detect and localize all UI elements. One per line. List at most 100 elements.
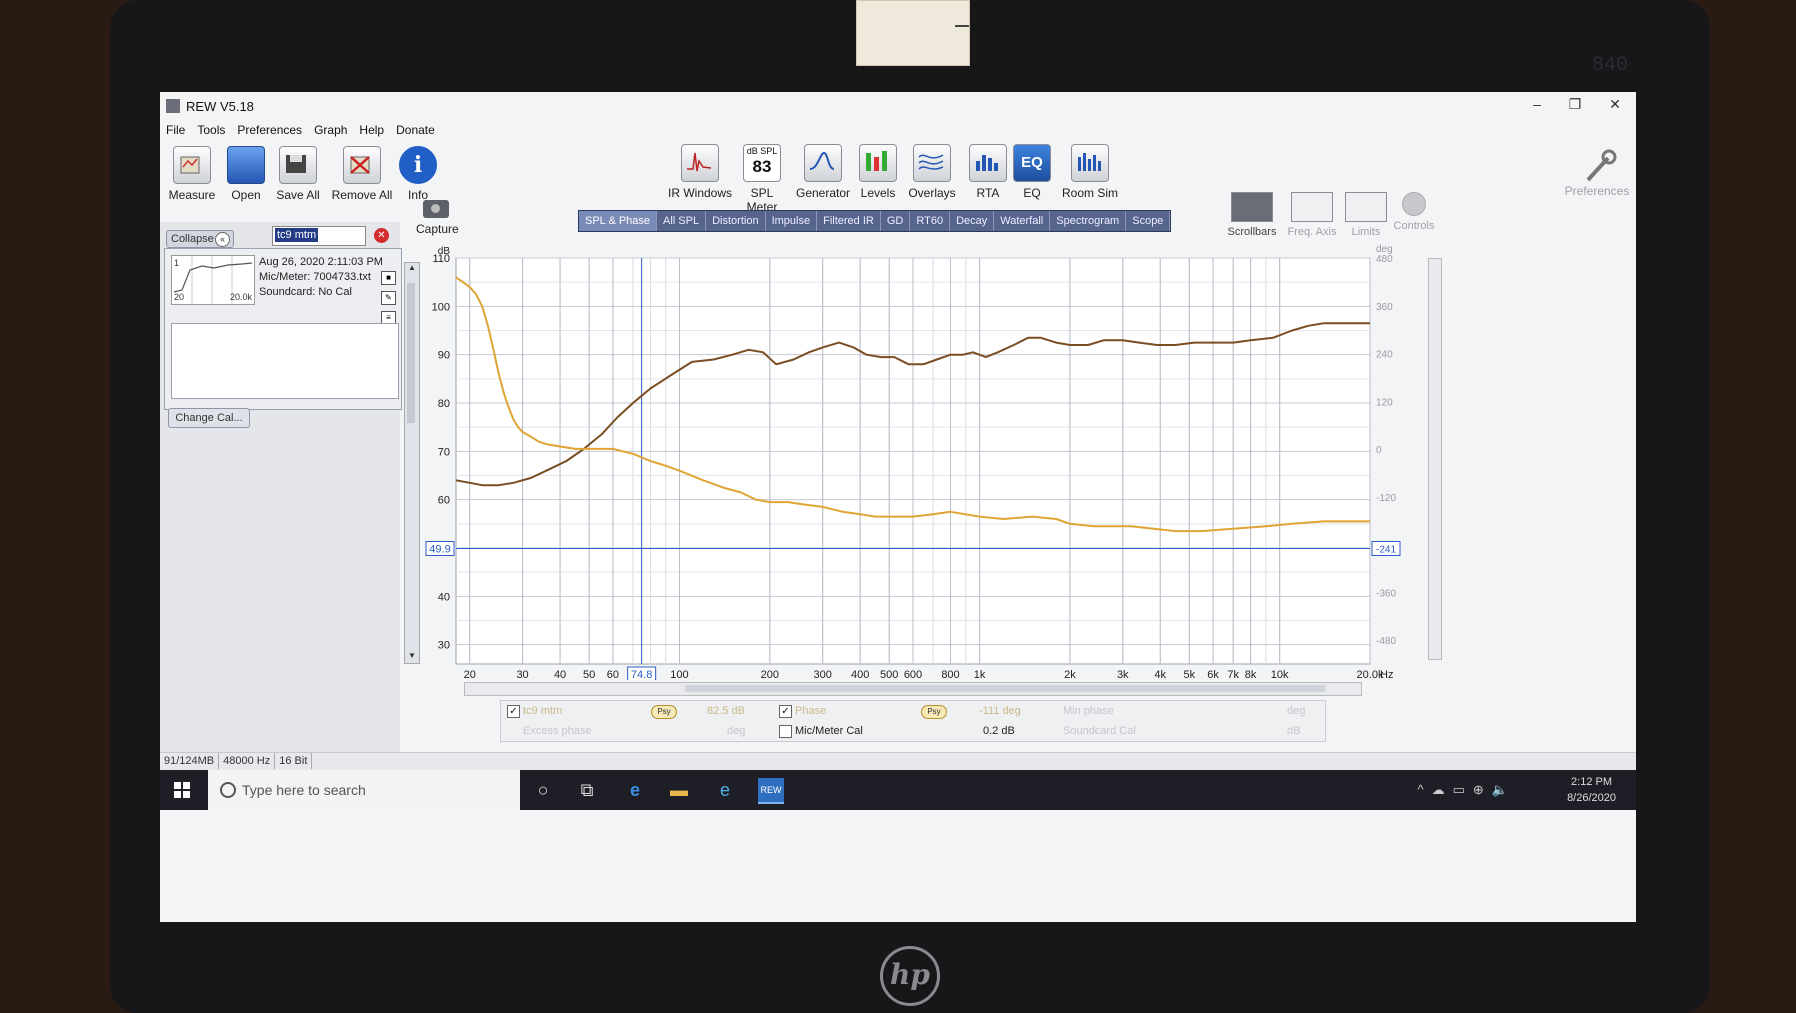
window-title: REW V5.18 bbox=[186, 99, 254, 114]
overlays-icon bbox=[913, 144, 951, 182]
spl-value: 82.5 dB bbox=[707, 705, 745, 717]
preferences-button[interactable]: Preferences bbox=[1564, 144, 1630, 198]
y-tick-label: 100 bbox=[432, 301, 450, 313]
x-tick-label: 50 bbox=[583, 669, 595, 680]
save-all-icon bbox=[279, 146, 317, 184]
tab-spectrogram[interactable]: Spectrogram bbox=[1050, 211, 1127, 231]
internet-explorer-icon[interactable]: e bbox=[712, 778, 738, 802]
measure-button[interactable]: Measure bbox=[166, 146, 218, 202]
menu-graph[interactable]: Graph bbox=[308, 120, 353, 140]
excess-phase-unit: deg bbox=[727, 725, 746, 737]
rew-taskbar-icon[interactable]: REW bbox=[758, 778, 784, 804]
tab-distortion[interactable]: Distortion bbox=[706, 211, 766, 231]
phase-checkbox[interactable]: ✓ bbox=[779, 705, 792, 718]
hp-logo: hp bbox=[880, 946, 940, 1006]
cursor-x-readout: 74.8 bbox=[631, 669, 652, 680]
windows-taskbar: Type here to search ○ ⧉ e ▬ e REW ^☁▭⊕🔈 … bbox=[160, 770, 1636, 810]
phase-label: Phase bbox=[795, 705, 827, 717]
spl-checkbox[interactable]: ✓ bbox=[507, 705, 520, 718]
graph-horizontal-scrollbar[interactable] bbox=[464, 682, 1362, 696]
hscroll-thumb[interactable] bbox=[685, 685, 1325, 692]
freq-axis-button[interactable]: Freq. Axis bbox=[1284, 192, 1340, 238]
psy-phase-button[interactable]: Psy bbox=[921, 705, 947, 719]
tab-scope[interactable]: Scope bbox=[1126, 211, 1171, 231]
cortana-icon[interactable]: ○ bbox=[530, 778, 556, 802]
change-cal-button[interactable]: Change Cal... bbox=[168, 408, 250, 428]
system-tray-icons[interactable]: ^☁▭⊕🔈 bbox=[1418, 782, 1516, 798]
tab-spl-phase[interactable]: SPL & Phase bbox=[579, 211, 658, 231]
save-all-button[interactable]: Save All bbox=[270, 146, 326, 202]
scroll-down-icon[interactable]: ▼ bbox=[405, 651, 419, 663]
edge-browser-icon[interactable]: e bbox=[622, 778, 648, 802]
info-button[interactable]: i Info bbox=[398, 146, 438, 202]
close-button[interactable]: ✕ bbox=[1600, 96, 1630, 113]
menu-tools[interactable]: Tools bbox=[191, 120, 231, 140]
maximize-button[interactable]: ❐ bbox=[1560, 96, 1590, 113]
levels-button[interactable]: Levels bbox=[854, 144, 902, 200]
graph-legend: ✓ tc9 mtm Psy 82.5 dB ✓ Phase Psy -111 d… bbox=[500, 700, 1326, 742]
measurement-name-input[interactable]: tc9 mtm bbox=[272, 226, 366, 246]
min-phase-unit: deg bbox=[1287, 705, 1306, 717]
controls-button[interactable]: Controls bbox=[1386, 192, 1442, 232]
legend-name: tc9 mtm bbox=[523, 705, 563, 717]
x-tick-label: 6k bbox=[1207, 669, 1219, 680]
menu-help[interactable]: Help bbox=[353, 120, 390, 140]
levels-icon bbox=[859, 144, 897, 182]
measurement-info: Aug 26, 2020 2:11:03 PM Mic/Meter: 70047… bbox=[259, 256, 383, 298]
remove-all-button[interactable]: Remove All bbox=[330, 146, 394, 202]
collapse-button[interactable]: Collapse « bbox=[166, 230, 234, 248]
task-view-icon[interactable]: ⧉ bbox=[574, 778, 600, 802]
color-swatch-icon[interactable]: ■ bbox=[381, 271, 396, 285]
tab-waterfall[interactable]: Waterfall bbox=[994, 211, 1051, 231]
clock[interactable]: 2:12 PM 8/26/2020 bbox=[1567, 774, 1616, 806]
x-tick-label: 8k bbox=[1245, 669, 1257, 680]
taskbar-search-input[interactable]: Type here to search bbox=[208, 770, 520, 810]
tab-gd[interactable]: GD bbox=[880, 211, 911, 231]
measurement-panel: Collapse « tc9 mtm ✕ 1 20 20.0k Aug 26, 2… bbox=[160, 222, 402, 752]
open-button[interactable]: Open bbox=[222, 146, 270, 202]
measurement-notes[interactable] bbox=[171, 323, 399, 399]
minimize-button[interactable]: – bbox=[1522, 96, 1552, 112]
mic-cal-checkbox[interactable] bbox=[779, 725, 792, 738]
tab-impulse[interactable]: Impulse bbox=[765, 211, 818, 231]
menu-file[interactable]: File bbox=[160, 120, 191, 140]
overlays-button[interactable]: Overlays bbox=[902, 144, 962, 200]
file-explorer-icon[interactable]: ▬ bbox=[666, 778, 692, 802]
menu-donate[interactable]: Donate bbox=[390, 120, 441, 140]
measurement-card[interactable]: 1 20 20.0k Aug 26, 2020 2:11:03 PM Mic/M… bbox=[164, 248, 402, 410]
spl-phase-graph[interactable]: 20 30 40 50 60 100 200 300 400 500 600 800 1k 2k 3k 4k 5… bbox=[418, 242, 1430, 680]
spl-meter-button[interactable]: dB SPL 83 SPL Meter bbox=[734, 144, 790, 214]
tape-on-bezel bbox=[856, 0, 970, 66]
x-tick-label: 200 bbox=[761, 669, 779, 680]
tab-rt60[interactable]: RT60 bbox=[910, 211, 951, 231]
room-sim-button[interactable]: Room Sim bbox=[1058, 144, 1122, 200]
rta-button[interactable]: RTA bbox=[966, 144, 1010, 200]
x-tick-label: 7k bbox=[1227, 669, 1239, 680]
remove-measurement-icon[interactable]: ✕ bbox=[374, 228, 389, 243]
generator-button[interactable]: Generator bbox=[794, 144, 852, 200]
spl-meter-icon: dB SPL 83 bbox=[743, 144, 781, 182]
y-axis-label: dB bbox=[438, 246, 451, 257]
scroll-thumb[interactable] bbox=[407, 283, 415, 423]
edit-pencil-icon[interactable]: ✎ bbox=[381, 291, 396, 305]
rew-app-icon bbox=[166, 99, 180, 113]
info-icon: i bbox=[399, 146, 437, 184]
x-unit-label: Hz bbox=[1380, 669, 1393, 680]
tab-decay[interactable]: Decay bbox=[950, 211, 995, 231]
eq-button[interactable]: EQ EQ bbox=[1012, 144, 1052, 200]
menu-preferences[interactable]: Preferences bbox=[231, 120, 308, 140]
tab-filtered-ir[interactable]: Filtered IR bbox=[817, 211, 881, 231]
search-icon bbox=[220, 782, 236, 798]
measurement-thumbnail: 1 20 20.0k bbox=[171, 255, 255, 305]
bezel-marking: 840 bbox=[1592, 54, 1629, 77]
ir-windows-button[interactable]: IR Windows bbox=[668, 144, 732, 200]
tab-all-spl[interactable]: All SPL bbox=[657, 211, 707, 231]
windows-start-icon[interactable] bbox=[174, 782, 190, 798]
capture-button[interactable]: Capture bbox=[416, 200, 459, 236]
y2-tick-label: 480 bbox=[1376, 254, 1393, 265]
graph-vertical-scrollbar[interactable] bbox=[1428, 258, 1442, 660]
scrollbars-toggle[interactable]: Scrollbars bbox=[1224, 192, 1280, 238]
sample-rate-status: 48000 Hz bbox=[219, 753, 276, 769]
scroll-up-icon[interactable]: ▲ bbox=[405, 263, 419, 275]
psy-smoothing-button[interactable]: Psy bbox=[651, 705, 677, 719]
